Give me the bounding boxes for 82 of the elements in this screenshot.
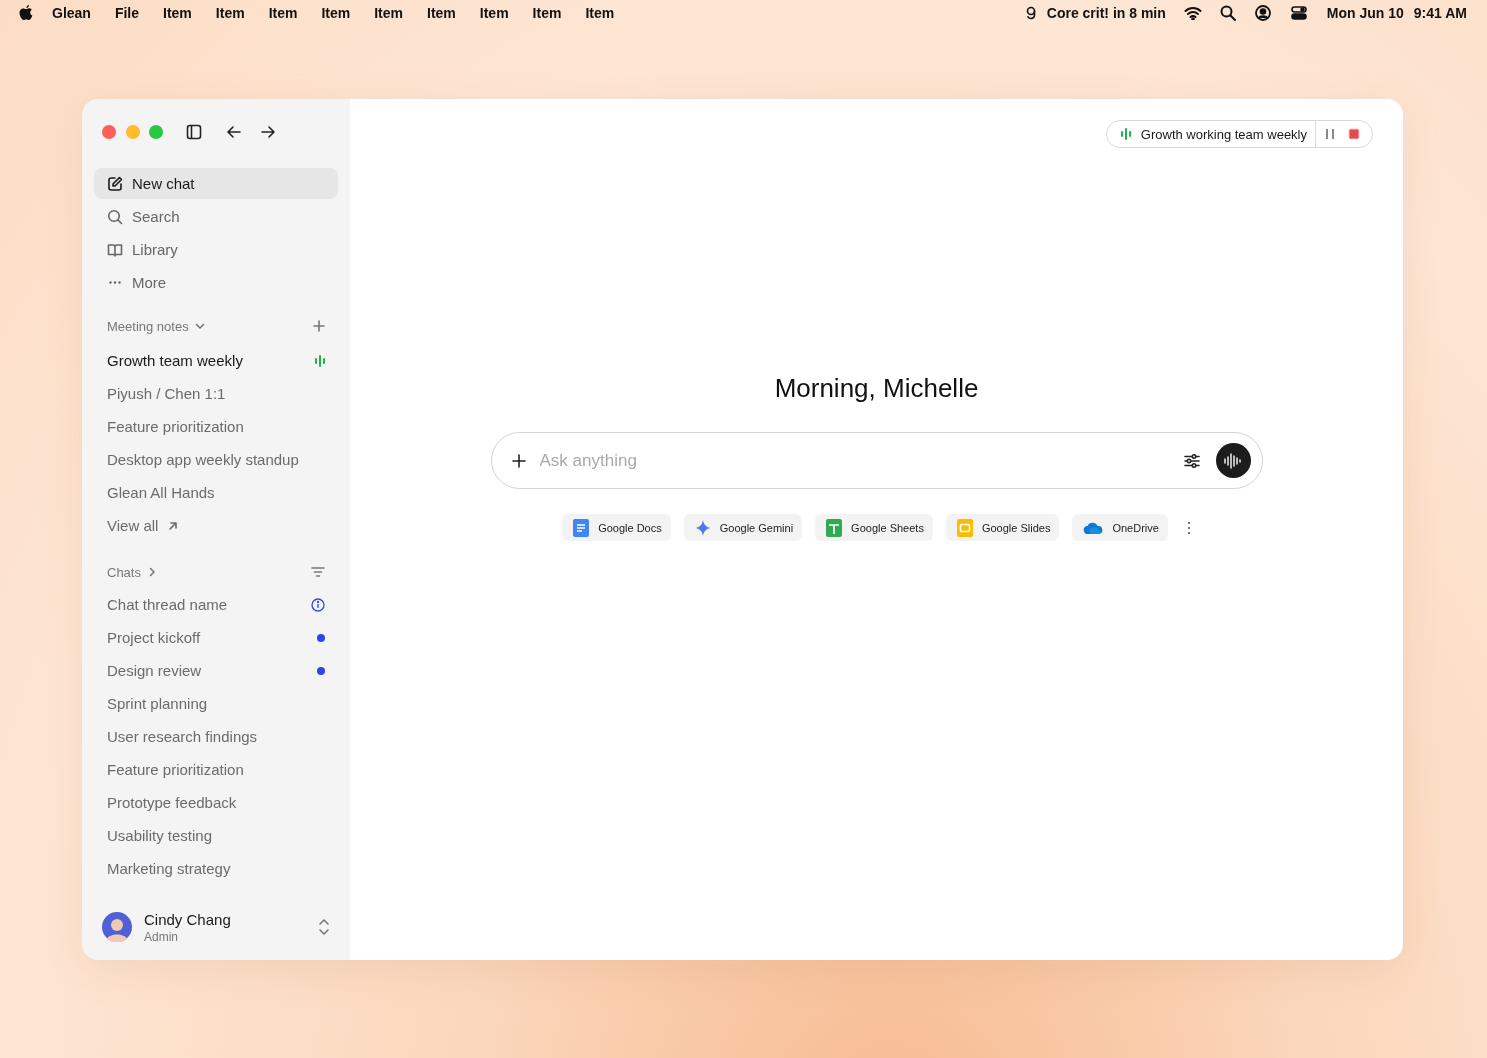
- menu-item[interactable]: Item: [321, 4, 351, 21]
- more-vertical-icon[interactable]: [1186, 520, 1191, 535]
- back-arrow-icon[interactable]: [225, 124, 242, 140]
- expand-collapse-icon[interactable]: [318, 918, 330, 936]
- menubar-time: 9:41 AM: [1413, 4, 1467, 21]
- view-all-link[interactable]: View all: [107, 517, 179, 534]
- sparkle-icon: [694, 519, 711, 536]
- menu-item[interactable]: Item: [479, 4, 509, 21]
- cloud-icon: [1083, 521, 1104, 534]
- waveform-icon: [1224, 452, 1242, 469]
- pause-icon[interactable]: [1326, 129, 1334, 139]
- chat-item[interactable]: Chat thread name: [94, 588, 338, 621]
- nav-item[interactable]: Library: [94, 234, 338, 265]
- chevron-down-icon[interactable]: [194, 321, 205, 331]
- section-header[interactable]: Meeting notes: [107, 318, 189, 334]
- menu-item[interactable]: Item: [585, 4, 615, 21]
- chat-item[interactable]: Project kickoff: [94, 621, 338, 654]
- menu-item[interactable]: Item: [532, 4, 562, 21]
- menu-item[interactable]: Item: [374, 4, 403, 21]
- ask-field[interactable]: Ask anything: [537, 449, 1172, 472]
- meeting-note-item[interactable]: Feature prioritization: [94, 410, 338, 443]
- arrow-up-right-icon: [168, 520, 179, 531]
- spreadsheet-icon: [826, 518, 843, 537]
- plus-icon[interactable]: [511, 453, 526, 468]
- chat-item[interactable]: Usability testing: [94, 819, 338, 852]
- menu-item[interactable]: Item: [215, 4, 245, 21]
- meeting-note-item[interactable]: Glean All Hands: [94, 476, 338, 509]
- stop-icon[interactable]: [1348, 128, 1360, 140]
- nav-item[interactable]: More: [94, 267, 338, 298]
- recording-icon: [1120, 128, 1131, 140]
- source-chip[interactable]: OneDrive: [1072, 514, 1168, 541]
- app-menu[interactable]: Glean: [52, 4, 91, 21]
- menu-item[interactable]: Item: [427, 4, 456, 21]
- meeting-note-item[interactable]: Growth team weekly: [94, 344, 338, 377]
- chat-item[interactable]: Sprint planning: [94, 687, 338, 720]
- menu-item[interactable]: Item: [268, 4, 298, 21]
- apple-icon[interactable]: [18, 3, 34, 22]
- forward-arrow-icon[interactable]: [259, 124, 276, 140]
- chat-item[interactable]: User research findings: [94, 720, 338, 753]
- meeting-note-item[interactable]: Desktop app weekly standup: [94, 443, 338, 476]
- user-role: Admin: [144, 929, 179, 944]
- greeting: Morning, Michelle: [774, 373, 979, 404]
- source-chip[interactable]: Google Sheets: [815, 514, 933, 541]
- nav-item[interactable]: New chat: [94, 168, 338, 199]
- settings-sliders-icon[interactable]: [1183, 452, 1200, 469]
- recording-icon: [315, 354, 325, 367]
- unread-dot: [317, 633, 325, 642]
- sidebar-toggle-icon[interactable]: [185, 124, 202, 140]
- meeting-title: Growth working team weekly: [1140, 126, 1307, 142]
- chat-item[interactable]: Prototype feedback: [94, 786, 338, 819]
- voice-button[interactable]: [1215, 443, 1251, 478]
- chat-item[interactable]: Feature prioritization: [94, 753, 338, 786]
- chat-item[interactable]: Marketing strategy: [94, 852, 338, 885]
- nav-item[interactable]: Search: [94, 201, 338, 232]
- search-icon[interactable]: [1219, 4, 1236, 21]
- section-header[interactable]: Chats: [107, 564, 141, 580]
- source-chip[interactable]: Google Slides: [945, 514, 1060, 541]
- filter-icon[interactable]: [311, 566, 325, 578]
- wifi-icon[interactable]: [1183, 5, 1202, 20]
- status-text: Core crit! in 8 min: [1046, 4, 1166, 21]
- chat-item[interactable]: Design review: [94, 654, 338, 687]
- menu-item[interactable]: Item: [163, 4, 192, 21]
- unread-dot: [317, 666, 325, 675]
- edit-icon: [107, 175, 123, 192]
- glean-icon[interactable]: [1024, 4, 1037, 21]
- document-icon: [573, 518, 590, 537]
- book-icon: [107, 241, 123, 258]
- meeting-note-item[interactable]: Piyush / Chen 1:1: [94, 377, 338, 410]
- user-name: Cindy Chang: [144, 910, 232, 928]
- menubar-date: Mon Jun 10: [1326, 4, 1404, 21]
- close-button[interactable]: [102, 125, 116, 139]
- search-icon: [107, 208, 123, 225]
- source-chip[interactable]: Google Docs: [562, 514, 671, 541]
- slides-icon: [956, 518, 973, 537]
- avatar[interactable]: [102, 912, 132, 942]
- menu-item[interactable]: File: [114, 4, 140, 21]
- user-icon[interactable]: [1254, 4, 1271, 21]
- plus-icon[interactable]: [313, 320, 325, 332]
- info-icon: [311, 597, 325, 612]
- control-center-icon[interactable]: [1290, 5, 1307, 20]
- source-chip[interactable]: Google Gemini: [683, 514, 803, 541]
- ellipsis-icon: [109, 281, 121, 284]
